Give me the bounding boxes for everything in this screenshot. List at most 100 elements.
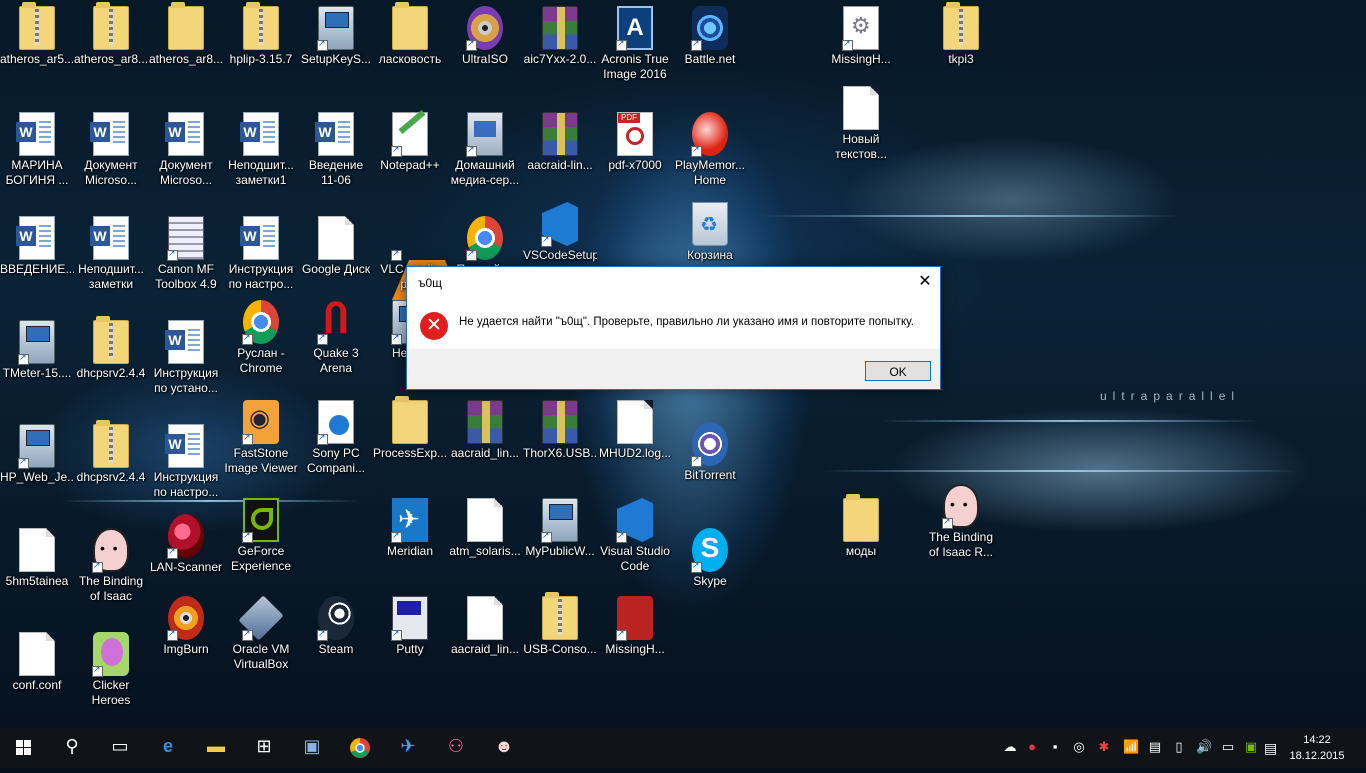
- desktop-icon-label: Visual Studio Code: [600, 544, 670, 573]
- antivirus-icon[interactable]: ●: [1024, 739, 1040, 755]
- action-center-icon[interactable]: ▤: [1264, 740, 1277, 757]
- desktop-icon[interactable]: Clicker Heroes: [74, 630, 148, 722]
- desktop-icon-label: Acronis True Image 2016: [601, 52, 669, 81]
- desktop-icon[interactable]: MissingH...: [598, 594, 672, 686]
- search-button[interactable]: ⚲: [48, 728, 96, 768]
- desktop-icon[interactable]: SSkype: [673, 526, 747, 618]
- desktop-icon[interactable]: ласковость: [373, 2, 447, 96]
- desktop-icon[interactable]: aacraid_lin...: [448, 594, 522, 686]
- desktop-icon[interactable]: Battle.net: [673, 4, 747, 96]
- taskbar-store[interactable]: ⊞: [240, 728, 288, 768]
- desktop-icon[interactable]: ThorX6.USB...: [523, 398, 597, 490]
- taskbar-chrome[interactable]: [336, 728, 384, 768]
- desktop-icon[interactable]: Неподшит... заметки: [74, 214, 148, 306]
- desktop-icon[interactable]: HP_Web_Je...: [0, 422, 74, 514]
- desktop-icon[interactable]: The Binding of Isaac R...: [924, 482, 998, 574]
- meridian-icon: ✈: [400, 736, 416, 756]
- battery-icon[interactable]: ▯: [1171, 739, 1187, 755]
- desktop-icon[interactable]: MissingH...: [824, 4, 898, 96]
- desktop-icon[interactable]: dhcpsrv2.4.4: [74, 420, 148, 514]
- desktop-icon[interactable]: Visual Studio Code: [598, 496, 672, 588]
- desktop-icon[interactable]: hplip-3.15.7: [224, 2, 298, 96]
- display-icon[interactable]: ▪: [1047, 739, 1063, 755]
- desktop-icon[interactable]: atheros_ar8...: [149, 2, 223, 96]
- desktop-icon[interactable]: Руслан - Chrome: [224, 298, 298, 390]
- shortcut-arrow-icon: [167, 628, 178, 641]
- signal-icon[interactable]: ▤: [1147, 739, 1163, 755]
- desktop-icon[interactable]: aacraid_lin...: [448, 398, 522, 490]
- desktop-icon[interactable]: ImgBurn: [149, 594, 223, 686]
- desktop-icon[interactable]: FastStone Image Viewer: [224, 398, 298, 490]
- desktop-icon[interactable]: PlayMemor... Home: [673, 110, 747, 202]
- desktop-icon[interactable]: Canon MF Toolbox 4.9: [149, 214, 223, 306]
- desktop-icon[interactable]: МАРИНА БОГИНЯ ...: [0, 110, 74, 202]
- desktop-icon[interactable]: Sony PC Compani...: [299, 398, 373, 490]
- desktop-icon[interactable]: 5hm5tainea: [0, 526, 74, 618]
- desktop-icon[interactable]: atheros_ar5...: [0, 2, 74, 96]
- tool-icon[interactable]: ✱: [1096, 739, 1112, 755]
- shortcut-arrow-icon: [466, 248, 477, 261]
- desktop-icon[interactable]: моды: [824, 494, 898, 588]
- desktop-icon[interactable]: Steam: [299, 594, 373, 686]
- desktop-icon[interactable]: Google Диск: [299, 214, 373, 306]
- desktop-icon[interactable]: LAN-Scanner: [149, 512, 223, 604]
- desktop-icon[interactable]: MyPublicW...: [523, 496, 597, 588]
- shortcut-arrow-icon: [391, 628, 402, 641]
- desktop-icon[interactable]: Oracle VM VirtualBox: [224, 594, 298, 686]
- desktop-icon[interactable]: USB-Conso...: [523, 592, 597, 686]
- taskbar-isaac[interactable]: ☻: [480, 728, 528, 768]
- taskbar-lan-scanner[interactable]: ⚇: [432, 728, 480, 768]
- desktop-icon[interactable]: Неподшит... заметки1: [224, 110, 298, 202]
- network-icon[interactable]: 📶: [1123, 739, 1139, 755]
- desktop-icon[interactable]: BitTorrent: [673, 420, 747, 512]
- word-icon: [165, 112, 204, 156]
- nvidia-tray-icon[interactable]: ▣: [1243, 739, 1259, 755]
- taskbar-edge[interactable]: e: [144, 728, 192, 768]
- volume-icon[interactable]: 🔊: [1196, 739, 1212, 755]
- desktop-icon[interactable]: Домашний медиа-сер...: [448, 110, 522, 202]
- desktop-icon[interactable]: Quake 3 Arena: [299, 298, 373, 390]
- monitor-tray-icon[interactable]: ▭: [1220, 739, 1236, 755]
- desktop-icon[interactable]: ProcessExp...: [373, 396, 447, 490]
- desktop-icon[interactable]: ВВЕДЕНИЕ...: [0, 214, 74, 306]
- desktop-icon[interactable]: conf.conf: [0, 630, 74, 722]
- ok-button[interactable]: OK: [865, 361, 931, 381]
- steam-tray-icon[interactable]: ◎: [1071, 739, 1087, 755]
- desktop-icon[interactable]: Инструкция по настро...: [224, 214, 298, 306]
- desktop-icon[interactable]: Введение 11-06: [299, 110, 373, 202]
- desktop-icon[interactable]: MHUD2.log...: [598, 398, 672, 490]
- desktop-icon[interactable]: Meridian: [373, 496, 447, 588]
- taskbar-meridian[interactable]: ✈: [384, 728, 432, 768]
- taskbar-file-explorer[interactable]: ▬: [192, 728, 240, 768]
- desktop-icon[interactable]: Инструкция по настро...: [149, 422, 223, 514]
- desktop-icon[interactable]: TMeter-15....: [0, 318, 74, 410]
- desktop-icon[interactable]: Документ Microso...: [149, 110, 223, 202]
- task-view-icon: ▭: [111, 736, 129, 756]
- desktop-icon[interactable]: aacraid-lin...: [523, 110, 597, 202]
- desktop-icon[interactable]: dhcpsrv2.4.4: [74, 316, 148, 410]
- desktop-icon[interactable]: atm_solaris...: [448, 496, 522, 588]
- error-icon: ✕: [420, 312, 448, 340]
- desktop-icon[interactable]: aic7Yxx-2.0...: [523, 4, 597, 96]
- start-button[interactable]: [0, 728, 48, 768]
- shortcut-arrow-icon: [466, 144, 477, 157]
- clock[interactable]: 14:22 18.12.2015: [1286, 732, 1348, 764]
- desktop-icon[interactable]: Инструкция по устано...: [149, 318, 223, 410]
- desktop-icon[interactable]: atheros_ar8...: [74, 2, 148, 96]
- desktop-icon[interactable]: The Binding of Isaac: [74, 526, 148, 618]
- desktop-icon[interactable]: UltraISO: [448, 4, 522, 96]
- desktop-icon[interactable]: Putty: [373, 594, 447, 686]
- desktop-icon[interactable]: GeForce Experience: [224, 496, 298, 588]
- desktop-icon[interactable]: Новый текстов...: [824, 84, 898, 176]
- desktop-icon[interactable]: SetupKeyS...: [299, 4, 373, 96]
- close-icon[interactable]: ✕: [910, 267, 940, 297]
- desktop-icon[interactable]: pdf-x7000: [598, 110, 672, 202]
- desktop-icon[interactable]: Документ Microso...: [74, 110, 148, 202]
- desktop-icon[interactable]: Notepad++: [373, 110, 447, 202]
- taskbar-remote-desktop[interactable]: ▣: [288, 728, 336, 768]
- task-view-button[interactable]: ▭: [96, 728, 144, 768]
- shortcut-arrow-icon: [92, 560, 103, 573]
- desktop-icon[interactable]: AAcronis True Image 2016: [598, 4, 672, 96]
- desktop-icon[interactable]: tkpi3: [924, 2, 998, 96]
- onedrive-icon[interactable]: ☁: [1002, 739, 1018, 755]
